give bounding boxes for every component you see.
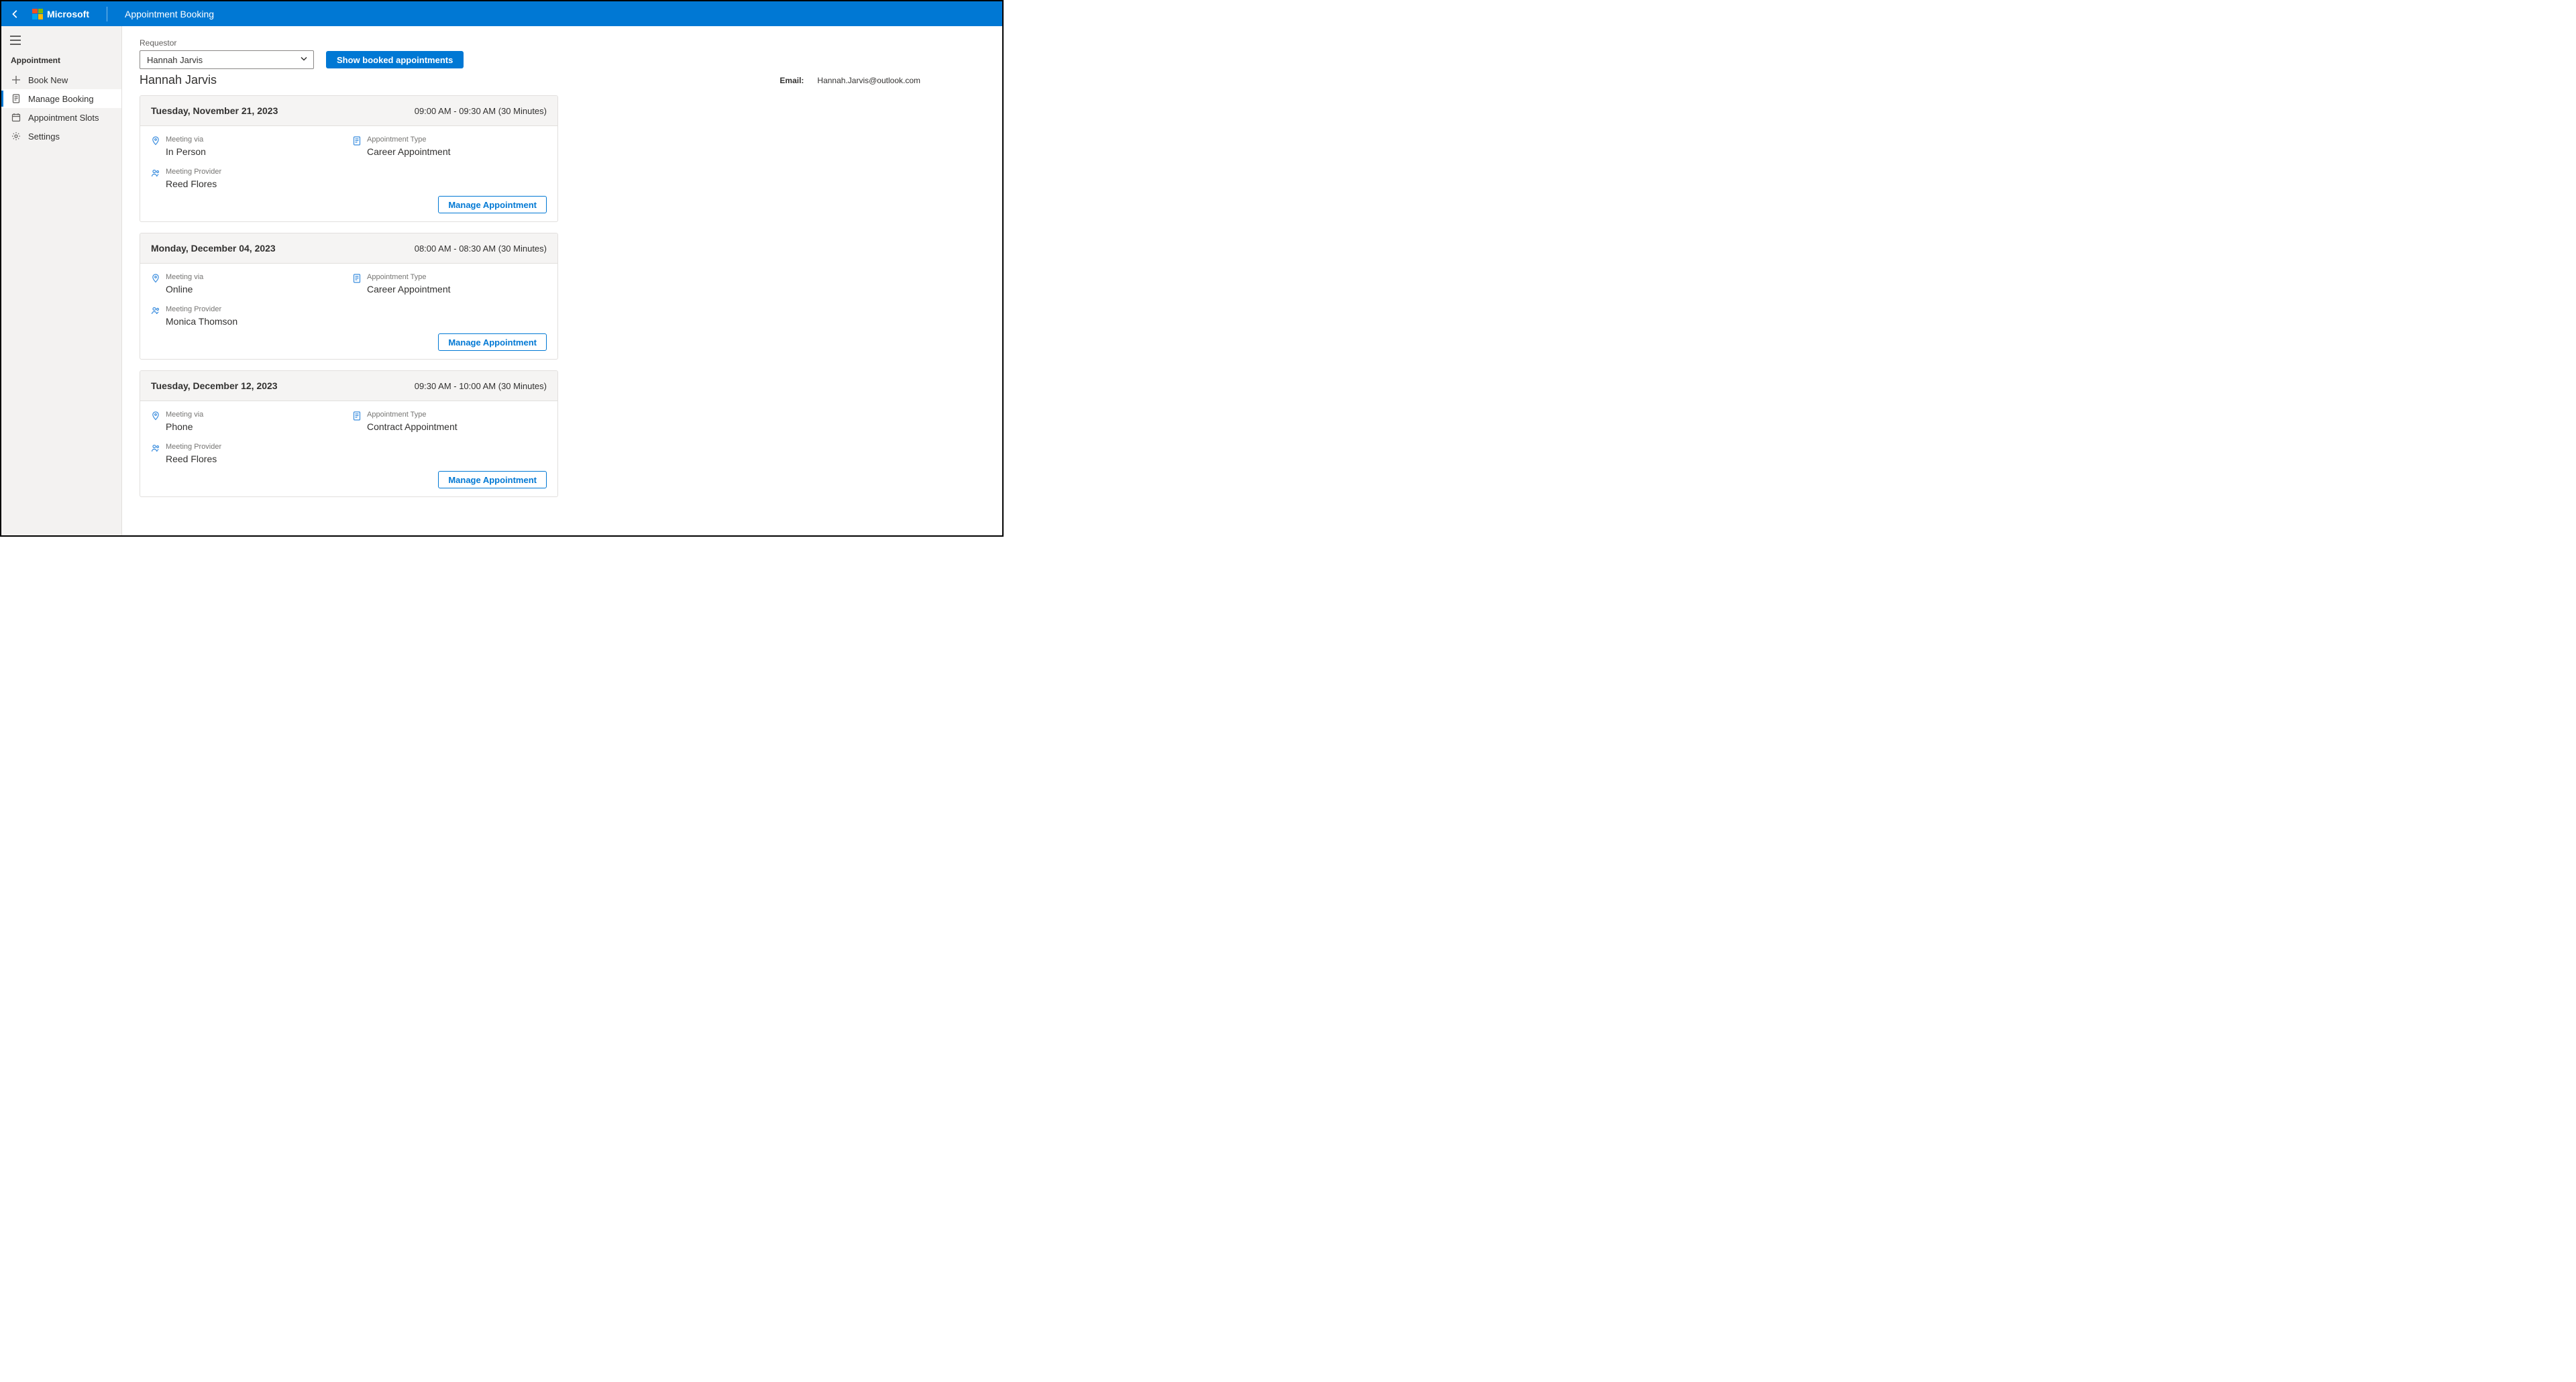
show-booked-button[interactable]: Show booked appointments xyxy=(326,51,464,68)
nav-group-label: Appointment xyxy=(1,53,121,70)
field-meeting-provider: Meeting Provider Reed Flores xyxy=(151,168,345,189)
requestor-name: Hannah Jarvis xyxy=(140,73,217,87)
field-label: Meeting Provider xyxy=(166,168,221,176)
app-header: Microsoft Appointment Booking xyxy=(1,1,1002,26)
chevron-down-icon xyxy=(300,55,308,65)
field-value: Contract Appointment xyxy=(367,421,458,432)
hamburger-button[interactable] xyxy=(1,32,121,53)
location-icon xyxy=(151,411,160,421)
card-date: Tuesday, November 21, 2023 xyxy=(151,105,278,116)
calendar-icon xyxy=(11,112,21,123)
sidebar-item-appointment-slots[interactable]: Appointment Slots xyxy=(1,108,121,127)
microsoft-logo: Microsoft xyxy=(32,9,89,19)
hamburger-icon xyxy=(9,36,21,45)
field-label: Meeting Provider xyxy=(166,443,221,451)
manage-appointment-button[interactable]: Manage Appointment xyxy=(438,471,547,488)
field-label: Appointment Type xyxy=(367,411,458,419)
field-value: Career Appointment xyxy=(367,146,451,157)
document-icon xyxy=(352,411,362,421)
manage-appointment-button[interactable]: Manage Appointment xyxy=(438,196,547,213)
field-value: Phone xyxy=(166,421,203,432)
appointment-cards: Tuesday, November 21, 2023 09:00 AM - 09… xyxy=(140,95,985,497)
field-label: Meeting via xyxy=(166,411,203,419)
manage-appointment-button[interactable]: Manage Appointment xyxy=(438,333,547,351)
sidebar-item-label: Appointment Slots xyxy=(28,113,99,123)
requestor-header-row: Hannah Jarvis Email: Hannah.Jarvis@outlo… xyxy=(140,73,985,87)
sidebar-item-manage-booking[interactable]: Manage Booking xyxy=(1,89,121,108)
sidebar: Appointment Book New Manage Booking Appo… xyxy=(1,26,122,535)
location-icon xyxy=(151,274,160,283)
card-time: 08:00 AM - 08:30 AM (30 Minutes) xyxy=(415,244,547,254)
field-value: Online xyxy=(166,284,203,295)
field-value: In Person xyxy=(166,146,206,157)
people-icon xyxy=(151,168,160,178)
brand-label: Microsoft xyxy=(47,9,89,19)
sidebar-item-settings[interactable]: Settings xyxy=(1,127,121,146)
document-icon xyxy=(352,136,362,146)
email-value: Hannah.Jarvis@outlook.com xyxy=(817,76,920,85)
field-value: Monica Thomson xyxy=(166,316,237,327)
document-icon xyxy=(352,274,362,283)
people-icon xyxy=(151,306,160,315)
appointment-card: Monday, December 04, 2023 08:00 AM - 08:… xyxy=(140,233,558,360)
field-label: Meeting Provider xyxy=(166,305,237,313)
field-meeting-via: Meeting via Phone xyxy=(151,411,345,432)
field-meeting-provider: Meeting Provider Reed Flores xyxy=(151,443,345,464)
field-label: Appointment Type xyxy=(367,273,451,281)
plus-icon xyxy=(11,74,21,85)
sidebar-item-book-new[interactable]: Book New xyxy=(1,70,121,89)
field-value: Reed Flores xyxy=(166,178,221,189)
field-value: Career Appointment xyxy=(367,284,451,295)
field-value: Reed Flores xyxy=(166,454,221,464)
card-header: Tuesday, December 12, 2023 09:30 AM - 10… xyxy=(140,371,557,401)
appointment-card: Tuesday, December 12, 2023 09:30 AM - 10… xyxy=(140,370,558,497)
people-icon xyxy=(151,443,160,453)
card-date: Monday, December 04, 2023 xyxy=(151,243,276,254)
field-meeting-via: Meeting via Online xyxy=(151,273,345,295)
field-meeting-via: Meeting via In Person xyxy=(151,136,345,157)
requestor-select[interactable]: Hannah Jarvis xyxy=(140,50,314,69)
chevron-left-icon xyxy=(11,9,20,19)
field-appointment-type: Appointment Type Career Appointment xyxy=(352,136,547,157)
requestor-label: Requestor xyxy=(140,38,985,48)
ms-logo-grid-icon xyxy=(32,9,43,19)
email-label: Email: xyxy=(780,76,804,85)
field-appointment-type: Appointment Type Career Appointment xyxy=(352,273,547,295)
card-header: Tuesday, November 21, 2023 09:00 AM - 09… xyxy=(140,96,557,126)
email-block: Email: Hannah.Jarvis@outlook.com xyxy=(780,76,985,85)
back-button[interactable] xyxy=(8,7,23,21)
field-label: Meeting via xyxy=(166,273,203,281)
field-appointment-type: Appointment Type Contract Appointment xyxy=(352,411,547,432)
gear-icon xyxy=(11,131,21,142)
main-content: Requestor Hannah Jarvis Show booked appo… xyxy=(122,26,1002,535)
field-label: Meeting via xyxy=(166,136,206,144)
card-time: 09:00 AM - 09:30 AM (30 Minutes) xyxy=(415,106,547,116)
document-icon xyxy=(11,93,21,104)
requestor-select-value: Hannah Jarvis xyxy=(147,55,203,65)
field-meeting-provider: Meeting Provider Monica Thomson xyxy=(151,305,345,327)
field-label: Appointment Type xyxy=(367,136,451,144)
sidebar-item-label: Settings xyxy=(28,131,60,142)
filter-row: Hannah Jarvis Show booked appointments xyxy=(140,50,985,69)
sidebar-item-label: Book New xyxy=(28,75,68,85)
card-header: Monday, December 04, 2023 08:00 AM - 08:… xyxy=(140,233,557,264)
app-title: Appointment Booking xyxy=(125,9,214,19)
sidebar-item-label: Manage Booking xyxy=(28,94,94,104)
card-date: Tuesday, December 12, 2023 xyxy=(151,380,278,391)
appointment-card: Tuesday, November 21, 2023 09:00 AM - 09… xyxy=(140,95,558,222)
location-icon xyxy=(151,136,160,146)
card-time: 09:30 AM - 10:00 AM (30 Minutes) xyxy=(415,381,547,391)
